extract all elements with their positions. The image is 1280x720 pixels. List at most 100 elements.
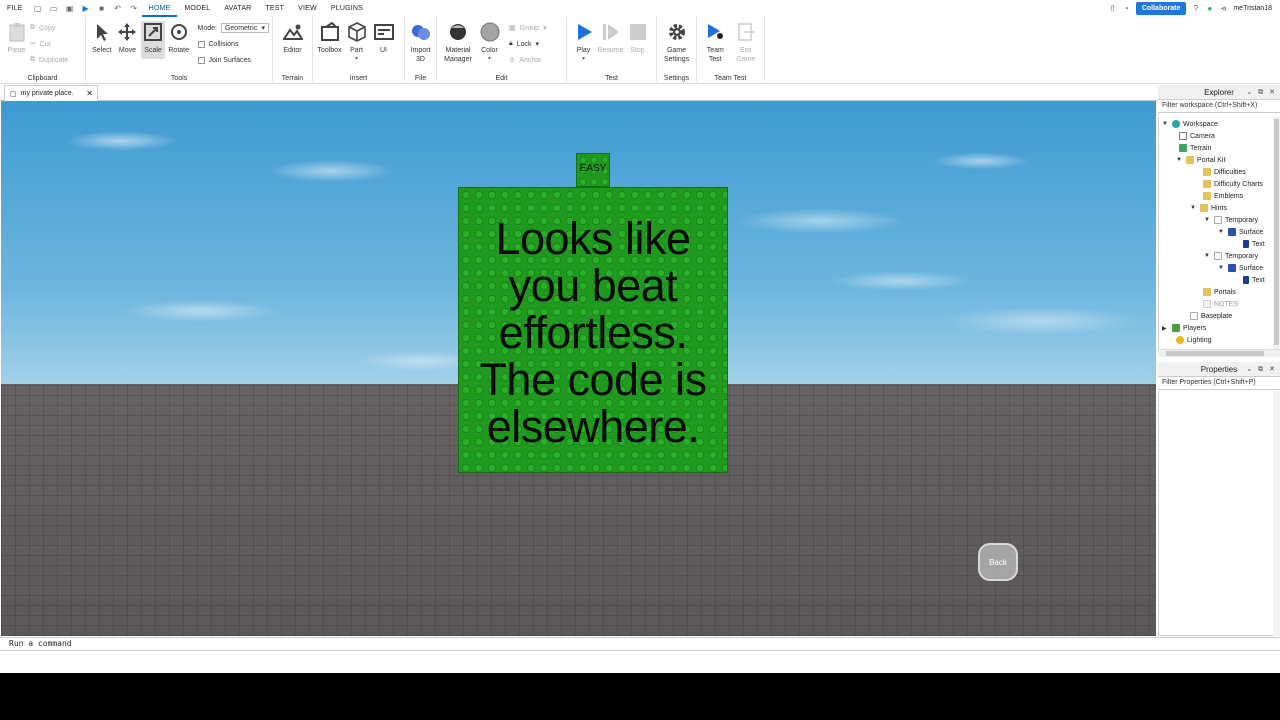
explorer-horizontal-scrollbar[interactable] — [1158, 349, 1280, 357]
material-manager-icon — [448, 21, 468, 43]
panel-controls-icon[interactable]: ⌄ ⧉ ✕ — [1246, 365, 1277, 374]
tree-item-notes[interactable]: NOTES — [1203, 298, 1238, 310]
back-button[interactable]: Back — [978, 543, 1018, 581]
terrain-editor-button[interactable]: Editor — [277, 21, 308, 55]
explorer-filter-input[interactable]: Filter workspace (Ctrl+Shift+X) — [1158, 100, 1280, 113]
toolbox-button[interactable]: Toolbox — [317, 21, 342, 55]
tree-item-surface[interactable]: ▼ Surface — [1218, 262, 1263, 274]
collaborate-button[interactable]: Collaborate — [1135, 2, 1187, 15]
tree-item-difficulties[interactable]: Difficulties — [1203, 166, 1246, 178]
expand-arrow-icon[interactable]: ▼ — [1218, 265, 1225, 271]
tree-item-baseplate[interactable]: Baseplate — [1190, 310, 1232, 322]
stop-button[interactable]: Stop — [625, 21, 650, 55]
easy-tag-part[interactable]: EASY — [576, 153, 610, 187]
tree-item-portal-kit[interactable]: ▼ Portal Kit — [1176, 154, 1225, 166]
tree-item-difficulty-charts[interactable]: Difficulty Charts — [1203, 178, 1263, 190]
help-icon[interactable]: ? — [1191, 4, 1200, 13]
tree-item-text[interactable]: Text — [1243, 238, 1265, 250]
stop-quick-icon[interactable]: ■ — [97, 4, 107, 14]
username[interactable]: meTristan18 — [1233, 5, 1272, 12]
mode-row: Mode: Geometric ▾ — [198, 23, 269, 33]
properties-filter-input[interactable]: Filter Properties (Ctrl+Shift+P) — [1158, 377, 1280, 390]
share-link-icon[interactable]: ⋖ — [1219, 4, 1228, 13]
join-surfaces-toggle[interactable]: Join Surfaces — [197, 55, 269, 65]
tree-item-camera[interactable]: Camera — [1179, 130, 1215, 142]
resume-button[interactable]: Resume — [597, 21, 624, 55]
select-tool[interactable]: Select — [90, 21, 114, 55]
panel-controls-icon[interactable]: ⌄ ⧉ ✕ — [1246, 88, 1277, 97]
tab-plugins[interactable]: PLUGINS — [324, 0, 370, 17]
expand-arrow-icon[interactable]: ▼ — [1176, 157, 1183, 163]
tree-item-text[interactable]: Text — [1243, 274, 1265, 286]
tree-item-portals[interactable]: Portals — [1203, 286, 1236, 298]
group-button[interactable]: ▦ Group ▾ — [509, 23, 547, 33]
tree-item-emblems[interactable]: Emblems — [1203, 190, 1243, 202]
material-manager-button[interactable]: Material Manager — [441, 21, 475, 64]
expand-arrow-icon[interactable]: ▼ — [1204, 217, 1211, 223]
move-tool[interactable]: Move — [116, 21, 140, 55]
anchor-button[interactable]: ⚓︎ Anchor — [509, 55, 547, 65]
expand-arrow-icon[interactable]: ▼ — [1218, 229, 1225, 235]
gear-icon — [667, 21, 687, 43]
hint-sign-part[interactable]: Looks like you beat effortless. The code… — [458, 187, 728, 473]
command-input[interactable]: Run a command — [9, 639, 72, 648]
ui-button[interactable]: UI — [371, 21, 396, 55]
sign-text: Looks like you beat effortless. The code… — [479, 212, 707, 452]
tab-view[interactable]: VIEW — [291, 0, 324, 17]
expand-arrow-icon[interactable]: ▼ — [1204, 253, 1211, 259]
game-viewport[interactable]: EASY Looks like you beat effortless. The… — [1, 101, 1156, 636]
paste-button[interactable]: Paste — [4, 21, 29, 55]
play-quick-icon[interactable]: ▶ — [81, 4, 91, 14]
scrollbar-thumb[interactable] — [1274, 119, 1279, 345]
tab-home[interactable]: HOME — [141, 0, 178, 17]
command-bar[interactable]: Run a command — [0, 637, 1280, 651]
file-menu[interactable]: FILE — [0, 0, 30, 17]
expand-arrow-icon[interactable]: ▶ — [1162, 325, 1169, 332]
expand-arrow-icon[interactable]: ▼ — [1162, 121, 1169, 127]
join-surfaces-checkbox[interactable] — [197, 56, 205, 64]
collisions-checkbox[interactable] — [197, 40, 205, 48]
tree-item-temporary[interactable]: ▼ Temporary — [1204, 250, 1258, 262]
explorer-vertical-scrollbar[interactable] — [1273, 117, 1280, 349]
tab-test[interactable]: TEST — [258, 0, 291, 17]
collisions-toggle[interactable]: Collisions — [197, 39, 269, 49]
document-tab[interactable]: ▢ my private place. ✕ — [4, 85, 98, 101]
redo-icon[interactable]: ↷ — [129, 4, 139, 14]
tree-item-temporary[interactable]: ▼ Temporary — [1204, 214, 1258, 226]
scale-tool[interactable]: Scale — [141, 21, 165, 59]
save-icon[interactable]: ▣ — [65, 4, 75, 14]
tree-item-surface[interactable]: ▼ Surface — [1218, 226, 1263, 238]
game-settings-button[interactable]: Game Settings — [661, 21, 692, 64]
open-file-icon[interactable]: ▭ — [49, 4, 59, 14]
close-icon[interactable]: ✕ — [86, 89, 93, 98]
undo-icon[interactable]: ↶ — [113, 4, 123, 14]
tree-item-terrain[interactable]: Terrain — [1179, 142, 1211, 154]
import-3d-button[interactable]: Import 3D — [409, 21, 432, 64]
tree-item-hints[interactable]: ▼ Hints — [1190, 202, 1227, 214]
team-test-button[interactable]: Team Test — [701, 21, 730, 64]
lock-button[interactable]: 🔒︎ Lock ▾ — [509, 39, 547, 49]
part-button[interactable]: Part ▾ — [344, 21, 369, 64]
tree-item-lighting[interactable]: Lighting — [1176, 334, 1212, 346]
exit-game-button[interactable]: Exit Game — [732, 21, 761, 64]
tree-item-workspace[interactable]: ▼ Workspace — [1162, 118, 1218, 130]
mode-select[interactable]: Geometric ▾ — [220, 23, 269, 33]
tree-item-players[interactable]: ▶ Players — [1162, 322, 1206, 334]
new-file-icon[interactable]: ▢ — [33, 4, 43, 14]
tab-model[interactable]: MODEL — [177, 0, 217, 17]
play-button[interactable]: Play ▾ — [571, 21, 596, 64]
color-button[interactable]: Color ▾ — [477, 21, 502, 64]
share-icon[interactable]: ⇧ — [1108, 4, 1117, 13]
ui-icon — [373, 21, 394, 43]
tab-avatar[interactable]: AVATAR — [217, 0, 258, 17]
duplicate-button[interactable]: ⧉ Duplicate — [30, 55, 68, 65]
cut-button[interactable]: ✂ Cut — [30, 39, 68, 49]
properties-scrollbar[interactable] — [1273, 391, 1280, 636]
lighting-icon — [1176, 336, 1184, 344]
expand-arrow-icon[interactable]: ▼ — [1190, 205, 1197, 211]
rotate-tool[interactable]: Rotate — [167, 21, 191, 55]
copy-button[interactable]: ⧉ Copy — [30, 23, 68, 33]
scrollbar-thumb[interactable] — [1166, 351, 1264, 356]
notification-icon[interactable]: ◔ — [1122, 4, 1131, 13]
status-icon[interactable]: ● — [1205, 4, 1214, 13]
